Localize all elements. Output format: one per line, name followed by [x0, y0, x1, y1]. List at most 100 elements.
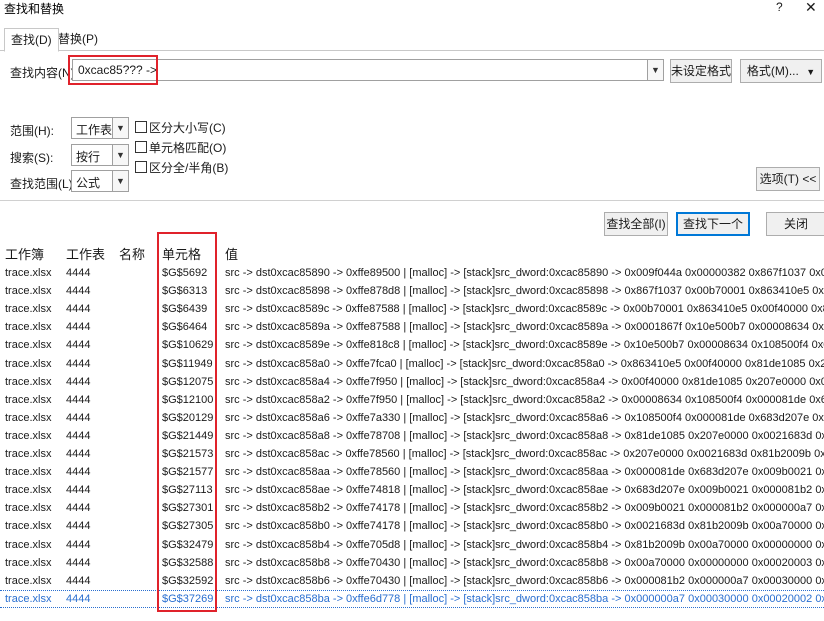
sheet-cell: 4444 [66, 448, 91, 460]
find-all-button[interactable]: 查找全部(I) [604, 212, 668, 236]
scope-select[interactable]: 工作表 ▼ [71, 117, 129, 139]
table-row[interactable]: trace.xlsx 4444 $G$12075 src -> dst0xcac858… [0, 373, 824, 391]
lookin-select[interactable]: 公式 ▼ [71, 170, 129, 192]
sheet-cell: 4444 [66, 466, 91, 479]
value-cell: src -> dst0xcac858a4 -> 0xffe7f950 | [ma… [225, 375, 824, 388]
workbook-cell: trace.xlsx [5, 303, 52, 316]
workbook-cell: trace.xlsx [5, 285, 52, 298]
search-label: 搜索(S): [10, 151, 54, 165]
workbook-cell: trace.xlsx [5, 393, 52, 406]
close-icon[interactable]: ✕ [805, 0, 817, 16]
sheet-cell: 4444 [66, 429, 91, 442]
sheet-cell: 4444 [66, 502, 91, 515]
table-row[interactable]: trace.xlsx 4444 $G$32588 src -> dst0xcac858… [0, 554, 824, 572]
format-button-label: 格式(M)... [746, 64, 799, 78]
table-row[interactable]: trace.xlsx 4444 $G$6464 src -> dst0xcac8589… [0, 318, 824, 336]
sheet-cell: 4444 [66, 303, 91, 316]
title-bar [0, 0, 824, 16]
sheet-cell: 4444 [66, 556, 91, 569]
tab-find[interactable]: 查找(D) [4, 28, 59, 52]
column-header-value[interactable]: 值 [225, 244, 238, 263]
value-cell: src -> dst0xcac8589a -> 0xffe87588 | [ma… [225, 321, 824, 334]
table-row[interactable]: trace.xlsx 4444 $G$32479 src -> dst0xcac858… [0, 536, 824, 554]
table-row[interactable]: trace.xlsx 4444 $G$27305 src -> dst0xcac858… [0, 517, 824, 535]
close-button[interactable]: 关闭 [766, 212, 824, 236]
sheet-cell: 4444 [66, 285, 91, 298]
search-select[interactable]: 按行 ▼ [71, 144, 129, 166]
format-status: 未设定格式 [670, 59, 732, 83]
chevron-down-icon[interactable]: ▼ [112, 118, 128, 138]
workbook-cell: trace.xlsx [5, 484, 52, 497]
table-row[interactable]: trace.xlsx 4444 $G$32592 src -> dst0xcac858… [0, 572, 824, 590]
lookin-value: 公式 [76, 176, 101, 190]
value-cell: src -> dst0xcac85898 -> 0xffe878d8 | [ma… [225, 285, 824, 298]
table-row[interactable]: trace.xlsx 4444 $G$20129 src -> dst0xcac858… [0, 409, 824, 427]
match-case-label: 区分大小写(C) [149, 121, 226, 135]
workbook-cell: trace.xlsx [5, 538, 52, 551]
value-cell: src -> dst0xcac858ac -> 0xffe78560 | [ma… [225, 448, 824, 460]
cell-column-highlight-box [157, 232, 217, 612]
sheet-cell: 4444 [66, 574, 91, 587]
sheet-cell: 4444 [66, 393, 91, 406]
results-list[interactable]: 工作簿 工作表 名称 单元格 值 trace.xlsx 4444 $G$5692 sr… [0, 240, 824, 621]
table-row[interactable]: trace.xlsx 4444 $G$27301 src -> dst0xcac858… [0, 499, 824, 517]
sheet-cell: 4444 [66, 267, 91, 279]
find-next-button[interactable]: 查找下一个(F) [676, 212, 750, 253]
sheet-cell: 4444 [66, 520, 91, 533]
table-row[interactable]: trace.xlsx 4444 $G$21573 src -> dst0xcac858… [0, 445, 824, 463]
options-divider [0, 200, 824, 201]
sheet-cell: 4444 [66, 484, 91, 497]
workbook-cell: trace.xlsx [5, 466, 52, 479]
value-cell: src -> dst0xcac858b6 -> 0xffe70430 | [ma… [225, 574, 824, 587]
chevron-down-icon[interactable]: ▼ [647, 60, 663, 80]
table-row[interactable]: trace.xlsx 4444 $G$12100 src -> dst0xcac858… [0, 391, 824, 409]
column-header-sheet[interactable]: 工作表 [66, 244, 105, 263]
workbook-cell: trace.xlsx [5, 448, 52, 460]
match-entire-checkbox[interactable] [135, 141, 147, 153]
match-byte-checkbox[interactable] [135, 161, 147, 173]
value-cell: src -> dst0xcac858b2 -> 0xffe74178 | [ma… [225, 502, 824, 515]
value-cell: src -> dst0xcac8589e -> 0xffe818c8 | [ma… [225, 339, 824, 352]
table-row[interactable]: trace.xlsx 4444 $G$10629 src -> dst0xcac858… [0, 336, 824, 354]
value-cell: src -> dst0xcac858a8 -> 0xffe78708 | [ma… [225, 429, 824, 442]
sheet-cell: 4444 [66, 339, 91, 352]
workbook-cell: trace.xlsx [5, 339, 52, 352]
format-button[interactable]: 格式(M)... ▼ [740, 59, 822, 83]
value-cell: src -> dst0xcac858b8 -> 0xffe70430 | [ma… [225, 556, 824, 569]
sheet-cell: 4444 [66, 321, 91, 334]
dialog-title: 查找和替换 [4, 2, 65, 16]
value-cell: src -> dst0xcac858aa -> 0xffe78560 | [ma… [225, 466, 824, 479]
workbook-cell: trace.xlsx [5, 502, 52, 515]
match-case-checkbox[interactable] [135, 121, 147, 133]
table-row[interactable]: trace.xlsx 4444 $G$11949 src -> dst0xcac858… [0, 355, 824, 373]
lookin-label: 查找范围(L): [10, 177, 77, 191]
match-entire-label: 单元格匹配(O) [149, 141, 227, 155]
column-header-name[interactable]: 名称 [119, 244, 145, 263]
help-button[interactable]: ? [776, 0, 783, 14]
options-button[interactable]: 选项(T) << [756, 167, 820, 191]
selected-row-outline [0, 589, 824, 608]
search-value: 按行 [76, 150, 101, 164]
sheet-cell: 4444 [66, 357, 91, 370]
value-cell: src -> dst0xcac858a6 -> 0xffe7a330 | [ma… [225, 411, 824, 424]
table-row[interactable]: trace.xlsx 4444 $G$5692 src -> dst0xcac8589… [0, 264, 824, 282]
table-row[interactable]: trace.xlsx 4444 $G$6439 src -> dst0xcac8589… [0, 300, 824, 318]
chevron-down-icon[interactable]: ▼ [112, 171, 128, 191]
workbook-cell: trace.xlsx [5, 267, 52, 279]
workbook-cell: trace.xlsx [5, 556, 52, 569]
value-cell: src -> dst0xcac8589c -> 0xffe87588 | [ma… [225, 303, 824, 316]
table-row[interactable]: trace.xlsx 4444 $G$27113 src -> dst0xcac858… [0, 481, 824, 499]
column-header-workbook[interactable]: 工作簿 [5, 244, 44, 263]
workbook-cell: trace.xlsx [5, 321, 52, 334]
table-row[interactable]: trace.xlsx 4444 $G$21449 src -> dst0xcac858… [0, 427, 824, 445]
table-row[interactable]: trace.xlsx 4444 $G$6313 src -> dst0xcac8589… [0, 282, 824, 300]
chevron-down-icon[interactable]: ▼ [112, 145, 128, 165]
workbook-cell: trace.xlsx [5, 411, 52, 424]
tab-replace[interactable]: 替换(P) [52, 28, 104, 50]
workbook-cell: trace.xlsx [5, 357, 52, 370]
table-row[interactable]: trace.xlsx 4444 $G$21577 src -> dst0xcac858… [0, 463, 824, 481]
value-cell: src -> dst0xcac858a0 -> 0xffe7fca0 | [ma… [225, 357, 824, 370]
find-input[interactable]: 0xcac85??? -> ▼ [72, 59, 664, 81]
workbook-cell: trace.xlsx [5, 520, 52, 533]
value-cell: src -> dst0xcac85890 -> 0xffe89500 | [ma… [225, 267, 824, 279]
